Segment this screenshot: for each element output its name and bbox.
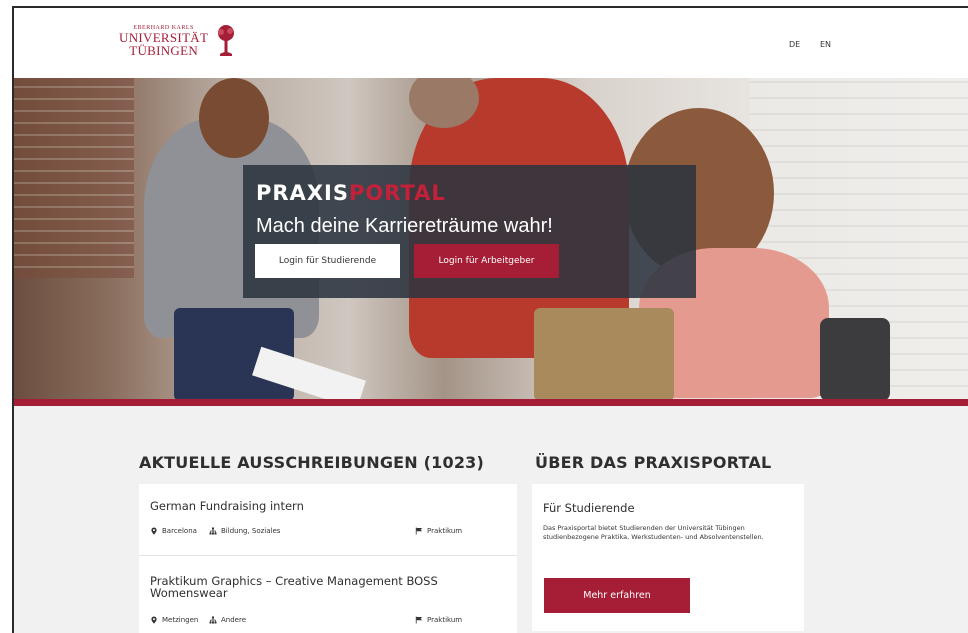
hero-photo-person	[534, 308, 674, 401]
hero-title: Mach deine Karriereträume wahr!	[256, 215, 553, 237]
listing-title[interactable]: Praktikum Graphics – Creative Management…	[150, 575, 480, 599]
logo-line-2: TÜBINGEN	[129, 43, 199, 58]
listing-location-text: Barcelona	[162, 527, 197, 535]
flag-icon	[415, 527, 423, 535]
hero-photo-chair	[820, 318, 890, 401]
listing-type: Praktikum	[415, 527, 462, 535]
brand-part-portal: PORTAL	[348, 181, 446, 205]
listing-type: Praktikum	[415, 616, 462, 624]
university-logo[interactable]: EBERHARD KARLS UNIVERSITÄT TÜBINGEN	[119, 24, 236, 58]
hero-overlay-box: PRAXISPORTAL Mach deine Karriereträume w…	[243, 165, 696, 298]
logo-wordmark: EBERHARD KARLS UNIVERSITÄT TÜBINGEN	[119, 25, 208, 57]
login-employers-button[interactable]: Login für Arbeitgeber	[414, 244, 559, 278]
about-card-title: Für Studierende	[543, 501, 635, 515]
flag-icon	[415, 616, 423, 624]
about-card-text: Das Praxisportal bietet Studierenden der…	[543, 524, 764, 541]
listing-category: Andere	[209, 616, 246, 624]
listing-location: Metzingen	[150, 616, 198, 624]
listing-category: Bildung, Soziales	[209, 527, 280, 535]
sitemap-icon	[209, 527, 217, 535]
hero-photo-bricks	[14, 78, 134, 278]
browser-viewport: EBERHARD KARLS UNIVERSITÄT TÜBINGEN DE E…	[12, 6, 968, 633]
about-card: Für Studierende Das Praxisportal bietet …	[532, 484, 804, 631]
tree-icon	[218, 25, 235, 56]
login-students-button[interactable]: Login für Studierende	[255, 244, 400, 278]
listings-panel: German Fundraising intern Barcelona Bild…	[139, 484, 517, 633]
hero-banner: PRAXISPORTAL Mach deine Karriereträume w…	[14, 78, 968, 401]
hero-photo-person	[199, 78, 269, 158]
listing-location-text: Metzingen	[162, 616, 199, 624]
listing-item[interactable]: German Fundraising intern Barcelona Bild…	[139, 484, 517, 556]
listing-category-text: Andere	[221, 616, 247, 624]
map-pin-icon	[151, 527, 157, 535]
listing-category-text: Bildung, Soziales	[221, 527, 281, 535]
listing-item[interactable]: Praktikum Graphics – Creative Management…	[139, 557, 517, 633]
language-en-link[interactable]: EN	[820, 40, 831, 49]
site-header: EBERHARD KARLS UNIVERSITÄT TÜBINGEN DE E…	[14, 8, 968, 78]
listings-heading: AKTUELLE AUSSCHREIBUNGEN (1023)	[139, 453, 485, 472]
about-heading: ÜBER DAS PRAXISPORTAL	[535, 453, 772, 472]
sitemap-icon	[209, 616, 217, 624]
listing-type-text: Praktikum	[427, 527, 463, 535]
praxisportal-brand: PRAXISPORTAL	[256, 181, 446, 205]
language-de-link[interactable]: DE	[789, 40, 800, 49]
map-pin-icon	[151, 616, 157, 624]
brand-part-praxis: PRAXIS	[256, 181, 349, 205]
main-content: AKTUELLE AUSSCHREIBUNGEN (1023) ÜBER DAS…	[14, 406, 968, 633]
hero-accent-stripe	[14, 399, 968, 406]
listing-type-text: Praktikum	[427, 616, 463, 624]
listing-location: Barcelona	[150, 527, 197, 535]
learn-more-button[interactable]: Mehr erfahren	[544, 578, 690, 613]
listing-title[interactable]: German Fundraising intern	[150, 500, 480, 512]
